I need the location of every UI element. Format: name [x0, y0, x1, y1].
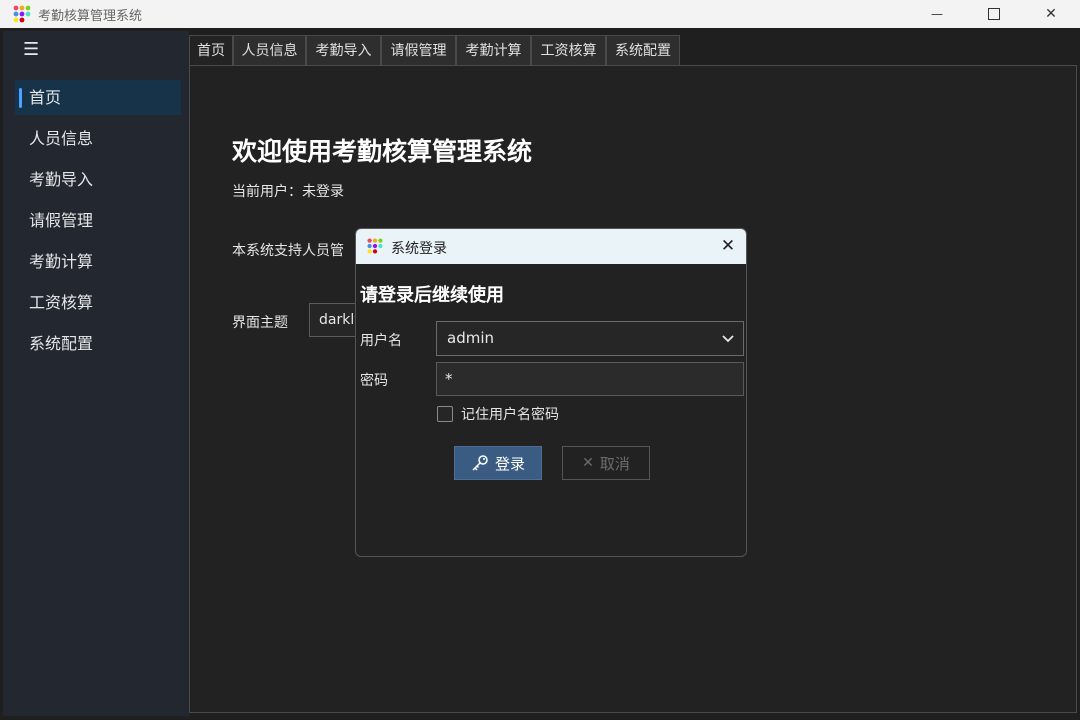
tab-leave[interactable]: 请假管理	[381, 35, 456, 65]
current-user-text: 当前用户：未登录	[232, 184, 344, 200]
key-icon	[472, 455, 488, 471]
sidebar-item-attendance-calc[interactable]: 考勤计算	[15, 244, 181, 279]
sidebar-item-attendance-import[interactable]: 考勤导入	[15, 162, 181, 197]
password-input[interactable]: *	[436, 362, 744, 396]
tab-label: 请假管理	[390, 43, 447, 59]
sidebar-item-label: 系统配置	[29, 334, 94, 353]
cancel-button-label: 取消	[599, 454, 630, 473]
tab-settings[interactable]: 系统配置	[606, 35, 680, 65]
minimize-button[interactable]: —	[908, 0, 966, 28]
sidebar-item-label: 工资核算	[29, 293, 94, 312]
app-logo-icon	[367, 238, 383, 254]
tab-attendance-import[interactable]: 考勤导入	[306, 35, 381, 65]
window-close-button[interactable]: ✕	[1022, 0, 1080, 28]
sidebar-item-label: 首页	[29, 88, 62, 107]
tab-attendance-calc[interactable]: 考勤计算	[456, 35, 531, 65]
maximize-button[interactable]	[965, 0, 1023, 28]
maximize-icon	[988, 8, 1000, 20]
system-description: 本系统支持人员管	[232, 243, 344, 259]
dialog-title: 系统登录	[391, 241, 447, 257]
login-dialog: 系统登录 ✕ 请登录后继续使用 用户名 admin 密码 * 记住用户名密码 登…	[355, 228, 747, 557]
tab-label: 首页	[197, 43, 225, 59]
tab-personnel[interactable]: 人员信息	[233, 35, 306, 65]
page-title: 欢迎使用考勤核算管理系统	[232, 137, 533, 166]
window-close-icon: ✕	[1045, 6, 1057, 22]
tab-label: 考勤计算	[465, 43, 522, 59]
dialog-close-button[interactable]: ✕	[708, 229, 746, 264]
remember-label[interactable]: 记住用户名密码	[461, 404, 559, 424]
chevron-down-icon[interactable]	[721, 322, 735, 355]
sidebar-item-payroll[interactable]: 工资核算	[15, 285, 181, 320]
cancel-button[interactable]: ✕ 取消	[562, 446, 650, 480]
sidebar-item-label: 考勤导入	[29, 170, 94, 189]
tab-label: 系统配置	[615, 43, 671, 59]
close-icon: ✕	[720, 236, 736, 256]
sidebar-item-label: 人员信息	[29, 129, 94, 148]
dialog-titlebar: 系统登录 ✕	[356, 229, 746, 264]
sidebar-item-label: 请假管理	[29, 211, 94, 230]
login-button[interactable]: 登录	[454, 446, 542, 480]
username-value: admin	[447, 329, 494, 347]
tab-payroll[interactable]: 工资核算	[531, 35, 606, 65]
window-titlebar: 考勤核算管理系统 — ✕	[0, 0, 1080, 28]
remember-checkbox[interactable]	[437, 406, 453, 422]
menu-icon[interactable]: ☰	[23, 41, 39, 59]
username-label: 用户名	[360, 333, 402, 349]
window-title: 考勤核算管理系统	[38, 9, 143, 24]
username-combobox[interactable]: admin	[436, 321, 744, 356]
minimize-icon: —	[931, 7, 943, 21]
dialog-heading: 请登录后继续使用	[360, 285, 504, 306]
theme-label: 界面主题	[232, 315, 288, 331]
tab-label: 考勤导入	[315, 43, 372, 59]
close-icon: ✕	[582, 455, 594, 471]
tab-label: 人员信息	[241, 43, 298, 59]
tab-label: 工资核算	[540, 43, 597, 59]
sidebar-item-settings[interactable]: 系统配置	[15, 326, 181, 361]
sidebar-item-label: 考勤计算	[29, 252, 94, 271]
password-label: 密码	[360, 373, 388, 389]
sidebar: ☰ 首页 人员信息 考勤导入 请假管理 考勤计算 工资核算 系统配置	[3, 31, 189, 716]
sidebar-item-home[interactable]: 首页	[15, 80, 181, 115]
tab-home[interactable]: 首页	[189, 35, 233, 65]
sidebar-item-leave[interactable]: 请假管理	[15, 203, 181, 238]
app-logo-icon	[13, 5, 31, 23]
sidebar-item-personnel[interactable]: 人员信息	[15, 121, 181, 156]
login-button-label: 登录	[494, 454, 525, 473]
